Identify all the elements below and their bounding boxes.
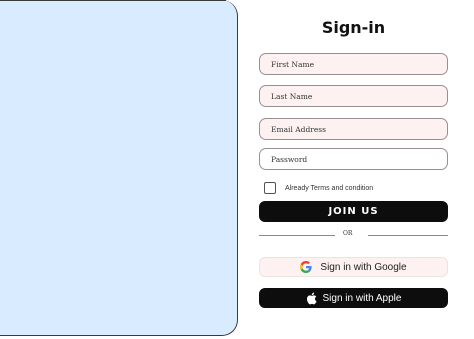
email-field[interactable] bbox=[259, 118, 448, 140]
apple-sign-in-button[interactable]: Sign in with Apple bbox=[259, 288, 448, 308]
password-field[interactable] bbox=[259, 148, 448, 170]
terms-row: Already Terms and condition bbox=[264, 182, 373, 194]
google-sign-in-button[interactable]: Sign in with Google bbox=[259, 257, 448, 277]
or-divider: OR bbox=[259, 230, 448, 240]
divider-line-left bbox=[259, 235, 335, 236]
google-sign-in-label: Sign in with Google bbox=[320, 261, 407, 273]
join-us-button[interactable]: JOIN US bbox=[259, 201, 448, 222]
terms-label: Already Terms and condition bbox=[285, 184, 374, 192]
apple-sign-in-label: Sign in with Apple bbox=[322, 292, 402, 304]
page-title: Sign-in bbox=[321, 18, 386, 37]
apple-icon bbox=[306, 292, 317, 305]
image-panel bbox=[0, 0, 238, 336]
last-name-field[interactable] bbox=[259, 85, 448, 107]
google-icon bbox=[300, 261, 313, 273]
terms-checkbox[interactable] bbox=[264, 182, 276, 194]
divider-label: OR bbox=[343, 230, 353, 237]
panel-top-border bbox=[0, 0, 226, 1]
first-name-field[interactable] bbox=[259, 53, 448, 75]
divider-line-right bbox=[368, 235, 448, 236]
